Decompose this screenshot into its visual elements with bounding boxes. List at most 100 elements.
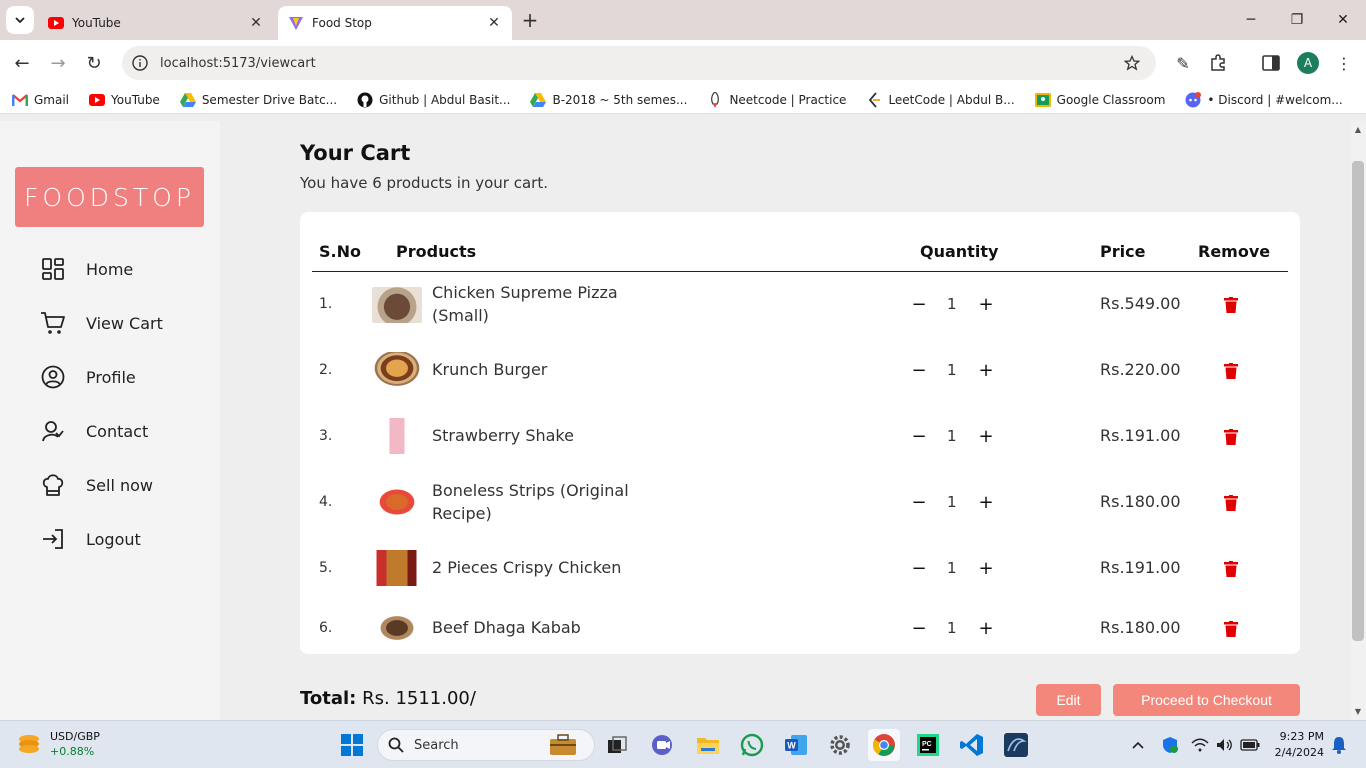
quantity-value: 1 xyxy=(947,427,957,445)
forward-button[interactable]: → xyxy=(45,50,71,76)
bookmark-label: Semester Drive Batc... xyxy=(201,92,338,107)
decrease-quantity-button[interactable]: − xyxy=(911,360,927,381)
cart-icon xyxy=(40,310,66,336)
bookmark-semester-drive[interactable]: Semester Drive Batc... xyxy=(179,92,338,108)
vscode-icon xyxy=(960,734,983,756)
briefcase-icon xyxy=(550,734,576,755)
increase-quantity-button[interactable]: + xyxy=(978,492,994,513)
bookmark-youtube[interactable]: YouTube xyxy=(89,92,160,108)
sidebar-item-logout[interactable]: Logout xyxy=(40,524,210,554)
close-icon[interactable]: ✕ xyxy=(248,15,264,31)
bookmark-neetcode[interactable]: Neetcode | Practice xyxy=(707,91,846,108)
increase-quantity-button[interactable]: + xyxy=(978,618,994,639)
bookmark-github[interactable]: Github | Abdul Basit... xyxy=(357,92,510,108)
taskbar-app-meet[interactable] xyxy=(647,729,679,761)
extensions-icon[interactable] xyxy=(1207,52,1229,74)
eyedropper-icon[interactable]: ✎ xyxy=(1172,52,1194,74)
kebab-menu-icon[interactable]: ⋮ xyxy=(1333,52,1355,74)
taskbar-app-vscode[interactable] xyxy=(956,729,988,761)
taskbar-app-settings[interactable] xyxy=(824,729,856,761)
taskbar-app-pycharm[interactable]: PC xyxy=(912,729,944,761)
taskbar-app-chrome[interactable] xyxy=(868,729,900,761)
back-button[interactable]: ← xyxy=(9,50,35,76)
taskbar-app-whatsapp[interactable] xyxy=(736,729,768,761)
scroll-down-icon[interactable]: ▼ xyxy=(1352,705,1364,717)
start-button[interactable] xyxy=(336,729,368,761)
info-icon[interactable] xyxy=(132,55,148,71)
taskbar-app-word[interactable]: W xyxy=(780,729,812,761)
product-image-strips xyxy=(372,484,422,520)
increase-quantity-button[interactable]: + xyxy=(978,558,994,579)
gear-icon xyxy=(830,735,850,755)
taskbar-app-task-view[interactable] xyxy=(601,729,633,761)
volume-icon[interactable] xyxy=(1215,735,1235,755)
trash-icon[interactable] xyxy=(1224,297,1238,313)
chevron-down-icon xyxy=(15,17,25,24)
wifi-icon[interactable] xyxy=(1190,735,1210,755)
bookmark-star-icon[interactable] xyxy=(1122,55,1142,71)
decrease-quantity-button[interactable]: − xyxy=(911,492,927,513)
ticker-widget[interactable]: USD/GBP +0.88% xyxy=(16,729,100,759)
column-header-price: Price xyxy=(1100,242,1146,261)
side-panel-icon[interactable] xyxy=(1260,52,1282,74)
taskbar-app-file-explorer[interactable] xyxy=(692,729,724,761)
quantity-value: 1 xyxy=(947,619,957,637)
bookmarks-bar: Gmail YouTube Semester Drive Batc... Git… xyxy=(0,86,1366,114)
sidebar-item-profile[interactable]: Profile xyxy=(40,362,210,392)
chevron-up-icon[interactable] xyxy=(1128,735,1148,755)
trash-icon[interactable] xyxy=(1224,495,1238,511)
scroll-up-icon[interactable]: ▲ xyxy=(1352,123,1364,135)
table-row: 1. Chicken Supreme Pizza (Small) − 1 + R… xyxy=(300,274,1300,334)
url-text[interactable]: localhost:5173/viewcart xyxy=(160,56,1122,71)
plus-icon: + xyxy=(521,8,539,32)
close-window-button[interactable]: ✕ xyxy=(1320,0,1366,40)
bookmark-classroom[interactable]: Google Classroom xyxy=(1034,92,1165,108)
profile-avatar[interactable]: A xyxy=(1297,52,1319,74)
product-name: Chicken Supreme Pizza (Small) xyxy=(432,283,618,325)
restore-button[interactable]: ❐ xyxy=(1274,0,1320,40)
decrease-quantity-button[interactable]: − xyxy=(911,618,927,639)
sidebar-item-sell-now[interactable]: Sell now xyxy=(40,470,210,500)
proceed-to-checkout-button[interactable]: Proceed to Checkout xyxy=(1113,684,1300,716)
new-tab-button[interactable]: + xyxy=(518,8,542,32)
taskbar-app-mysql[interactable] xyxy=(1000,729,1032,761)
taskbar-search[interactable]: Search xyxy=(377,729,595,761)
reload-button[interactable]: ↻ xyxy=(81,50,107,76)
tab-strip: YouTube ✕ Food Stop ✕ + ─ ❐ ✕ xyxy=(0,0,1366,40)
sidebar-item-contact[interactable]: Contact xyxy=(40,416,210,446)
trash-icon[interactable] xyxy=(1224,561,1238,577)
close-icon[interactable]: ✕ xyxy=(486,15,502,31)
trash-icon[interactable] xyxy=(1224,621,1238,637)
foodstop-logo[interactable]: FOODSTOP xyxy=(15,167,204,227)
increase-quantity-button[interactable]: + xyxy=(978,360,994,381)
decrease-quantity-button[interactable]: − xyxy=(911,294,927,315)
scrollbar-thumb[interactable] xyxy=(1352,161,1364,641)
tab-youtube[interactable]: YouTube ✕ xyxy=(38,6,274,40)
tab-food-stop[interactable]: Food Stop ✕ xyxy=(278,6,512,40)
address-bar[interactable]: localhost:5173/viewcart xyxy=(122,46,1156,80)
system-clock[interactable]: 9:23 PM 2/4/2024 xyxy=(1270,729,1324,761)
trash-icon[interactable] xyxy=(1224,363,1238,379)
tab-search-button[interactable] xyxy=(6,6,34,34)
sidebar-item-home[interactable]: Home xyxy=(40,254,210,284)
minimize-button[interactable]: ─ xyxy=(1228,0,1274,40)
notification-bell-icon[interactable] xyxy=(1329,735,1349,755)
bookmark-b2018[interactable]: B-2018 ~ 5th semes... xyxy=(530,92,687,108)
sidebar-item-view-cart[interactable]: View Cart xyxy=(40,308,210,338)
security-shield-icon[interactable] xyxy=(1160,735,1180,755)
decrease-quantity-button[interactable]: − xyxy=(911,558,927,579)
increase-quantity-button[interactable]: + xyxy=(978,294,994,315)
column-header-quantity: Quantity xyxy=(920,242,999,261)
trash-icon[interactable] xyxy=(1224,429,1238,445)
bookmark-gmail[interactable]: Gmail xyxy=(12,92,69,108)
edit-button[interactable]: Edit xyxy=(1036,684,1101,716)
sidebar-item-label: Logout xyxy=(86,529,141,549)
bookmark-discord[interactable]: • Discord | #welcom... xyxy=(1185,91,1343,108)
bookmark-leetcode[interactable]: LeetCode | Abdul B... xyxy=(866,91,1015,108)
increase-quantity-button[interactable]: + xyxy=(978,426,994,447)
mysql-workbench-icon xyxy=(1004,733,1028,757)
video-chat-icon xyxy=(652,735,672,755)
column-header-remove: Remove xyxy=(1198,242,1271,261)
decrease-quantity-button[interactable]: − xyxy=(911,426,927,447)
battery-icon[interactable] xyxy=(1240,735,1260,755)
